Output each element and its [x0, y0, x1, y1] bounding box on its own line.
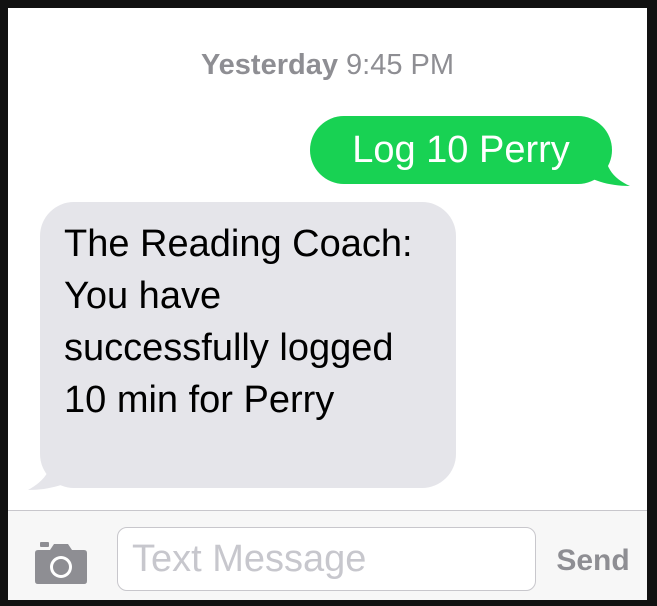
received-message-text: The Reading Coach: You have successfully… [64, 223, 413, 421]
message-thread-window: Yesterday 9:45 PM Log 10 Perry The Readi… [8, 8, 647, 600]
sent-message-bubble[interactable]: Log 10 Perry [310, 116, 612, 184]
camera-icon [35, 542, 87, 584]
camera-button[interactable] [34, 541, 88, 585]
message-text-input[interactable] [117, 527, 536, 591]
message-input-bar: Send [8, 510, 647, 600]
timestamp-day: Yesterday [200, 49, 338, 81]
send-button[interactable]: Send [548, 541, 638, 581]
received-message-bubble[interactable]: The Reading Coach: You have successfully… [40, 202, 456, 488]
sent-message-text: Log 10 Perry [352, 129, 570, 171]
timestamp-time: 9:45 PM [346, 49, 455, 81]
message-timestamp: Yesterday 9:45 PM [8, 48, 647, 82]
